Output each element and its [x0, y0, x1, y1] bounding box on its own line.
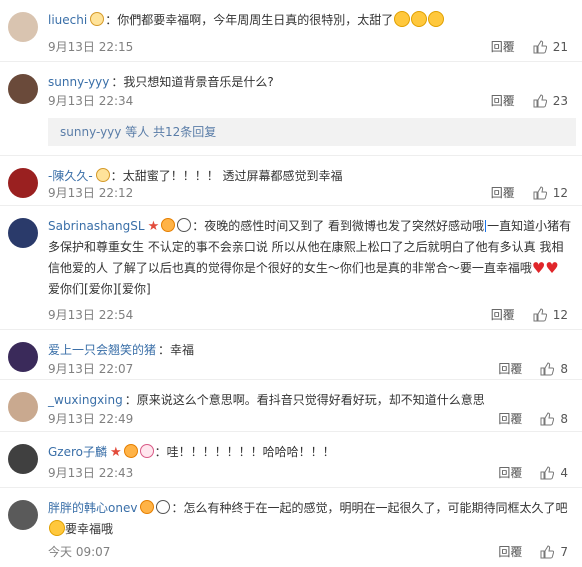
- comment-item: liuechi ：你們都要幸福啊，今年周周生日真的很特別，太甜了 9月13日 22…: [0, 0, 582, 62]
- avatar[interactable]: [8, 342, 38, 372]
- emoji-icon: [428, 11, 445, 27]
- thumbs-up-icon[interactable]: [533, 185, 547, 200]
- reply-button[interactable]: 回覆: [491, 92, 515, 109]
- comment-time: 9月13日 22:49: [48, 412, 134, 426]
- avatar[interactable]: [8, 168, 38, 198]
- comment-time: 9月13日 22:12: [48, 186, 134, 200]
- username-link[interactable]: Gzero子麟: [48, 445, 107, 459]
- like-count: 8: [560, 411, 568, 426]
- thumbs-up-icon[interactable]: [540, 544, 555, 559]
- vip-badge-icon: [161, 218, 176, 232]
- comment-item: sunny-yyy ：我只想知道背景音乐是什么? 9月13日 22:34 回覆 2…: [0, 62, 582, 156]
- reply-button[interactable]: 回覆: [491, 38, 515, 55]
- comment-text: 夜晚的感性时间又到了 看到微博也发了突然好感动哦: [204, 219, 485, 233]
- member-badge-icon: [95, 168, 110, 182]
- like-count: 23: [552, 93, 568, 108]
- avatar[interactable]: [8, 12, 38, 42]
- vip-badge-icon: [123, 444, 138, 458]
- comment-body: liuechi ：你們都要幸福啊，今年周周生日真的很特別，太甜了: [48, 10, 574, 31]
- avatar[interactable]: [8, 392, 38, 422]
- comment-text: 怎么有种终于在一起的感觉，明明在一起很久了，可能期待同框太久了吧: [183, 501, 568, 515]
- thumbs-up-icon[interactable]: [540, 411, 555, 426]
- comment-text-end: 爱你们[爱你][爱你]: [48, 282, 151, 296]
- reply-button[interactable]: 回覆: [498, 410, 522, 427]
- comment-actions: 回覆 4: [498, 464, 568, 481]
- username-link[interactable]: 胖胖的韩心onev: [48, 501, 137, 515]
- username-link[interactable]: liuechi: [48, 13, 87, 27]
- thumbs-up-icon[interactable]: [540, 465, 555, 480]
- comment-actions: 回覆 21: [491, 38, 568, 55]
- comment-text: 幸福: [170, 343, 195, 357]
- reply-button[interactable]: 回覆: [498, 360, 522, 377]
- member-badge-icon: [90, 12, 105, 26]
- comment-text: 你們都要幸福啊，今年周周生日真的很特別，太甜了: [117, 13, 394, 27]
- like-count: 7: [560, 544, 568, 559]
- reply-button[interactable]: 回覆: [491, 306, 515, 323]
- comment-time: 9月13日 22:07: [48, 362, 134, 376]
- like-count: 4: [560, 465, 568, 480]
- thumbs-up-icon[interactable]: [533, 39, 547, 54]
- comment-body: 胖胖的韩心onev ：怎么有种终于在一起的感觉，明明在一起很久了，可能期待同框太久…: [48, 500, 568, 536]
- comment-body: Gzero子麟 ★ ：哇！！！！！！！哈哈哈！！！: [48, 444, 335, 460]
- thumbs-up-icon[interactable]: [533, 93, 547, 108]
- vip-badge-icon: [140, 500, 155, 514]
- comment-body: _wuxingxing ：原来说这么个意思啊。看抖音只觉得好看好玩，却不知道什么意…: [48, 393, 485, 407]
- like-count: 12: [552, 185, 568, 200]
- comment-body: 爱上一只会翘笑的猪 ：幸福: [48, 343, 195, 357]
- avatar[interactable]: [8, 218, 38, 248]
- comment-time: 今天 09:07: [48, 545, 111, 559]
- like-count: 8: [560, 361, 568, 376]
- heart-icon: ♥: [531, 259, 546, 277]
- avatar[interactable]: [8, 444, 38, 474]
- comment-text: 太甜蜜了！！！！ 透过屏幕都感觉到幸福: [122, 169, 343, 183]
- username-link[interactable]: 爱上一只会翘笑的猪: [48, 343, 156, 357]
- comment-actions: 回覆 12: [491, 184, 568, 201]
- thumbs-up-icon[interactable]: [533, 307, 547, 322]
- thumbs-up-icon[interactable]: [540, 361, 555, 376]
- comment-item: 爱上一只会翘笑的猪 ：幸福 9月13日 22:07 回覆 8: [0, 330, 582, 380]
- comment-text: 我只想知道背景音乐是什么?: [123, 75, 274, 89]
- comment-actions: 回覆 8: [498, 360, 568, 377]
- comment-actions: 回覆 12: [491, 306, 568, 323]
- reply-button[interactable]: 回覆: [498, 464, 522, 481]
- comment-actions: 回覆 23: [491, 92, 568, 109]
- emoji-icon: [394, 11, 411, 27]
- comment-time: 9月13日 22:15: [48, 40, 134, 54]
- heart-icon: ♥: [545, 259, 559, 277]
- comment-time: 9月13日 22:43: [48, 466, 134, 480]
- comment-item: -陳久久- ：太甜蜜了！！！！ 透过屏幕都感觉到幸福 9月13日 22:12 回覆…: [0, 156, 582, 206]
- comment-text-continued: 要幸福哦: [65, 522, 114, 536]
- comment-time: 9月13日 22:54: [48, 308, 134, 322]
- comment-item: _wuxingxing ：原来说这么个意思啊。看抖音只觉得好看好玩，却不知道什么意…: [0, 380, 582, 432]
- panda-badge-icon: [156, 500, 171, 514]
- star-icon: ★: [147, 219, 160, 234]
- comment-text: 原来说这么个意思啊。看抖音只觉得好看好玩，却不知道什么意思: [136, 393, 485, 407]
- comment-body: SabrinashangSL ★ ：夜晚的感性时间又到了 看到微博也发了突然好感动哦…: [48, 218, 572, 296]
- like-count: 21: [552, 39, 568, 54]
- avatar[interactable]: [8, 74, 38, 104]
- comment-actions: 回覆 7: [498, 543, 568, 560]
- star-icon: ★: [110, 445, 122, 460]
- text-cursor: [485, 220, 487, 232]
- emoji-icon: [49, 520, 65, 536]
- username-link[interactable]: SabrinashangSL: [48, 219, 145, 233]
- username-link[interactable]: _wuxingxing: [48, 393, 123, 407]
- comment-item: SabrinashangSL ★ ：夜晚的感性时间又到了 看到微博也发了突然好感动哦…: [0, 206, 582, 330]
- panda-badge-icon: [177, 218, 192, 232]
- comment-item: 胖胖的韩心onev ：怎么有种终于在一起的感觉，明明在一起很久了，可能期待同框太久…: [0, 488, 582, 567]
- avatar[interactable]: [8, 500, 38, 530]
- comment-item: Gzero子麟 ★ ：哇！！！！！！！哈哈哈！！！ 9月13日 22:43 回覆 4: [0, 432, 582, 488]
- view-replies-link[interactable]: sunny-yyy 等人 共12条回复: [48, 118, 576, 146]
- username-link[interactable]: sunny-yyy: [48, 75, 109, 89]
- username-link[interactable]: -陳久久-: [48, 169, 93, 183]
- comment-body: sunny-yyy ：我只想知道背景音乐是什么?: [48, 75, 274, 89]
- like-count: 12: [552, 307, 568, 322]
- reply-button[interactable]: 回覆: [491, 184, 515, 201]
- comment-text: 哇！！！！！！！哈哈哈！！！: [166, 445, 335, 459]
- comment-time: 9月13日 22:34: [48, 94, 134, 108]
- emoji-icon: [411, 11, 428, 27]
- reply-button[interactable]: 回覆: [498, 543, 522, 560]
- comment-actions: 回覆 8: [498, 410, 568, 427]
- bunny-badge-icon: [139, 444, 154, 458]
